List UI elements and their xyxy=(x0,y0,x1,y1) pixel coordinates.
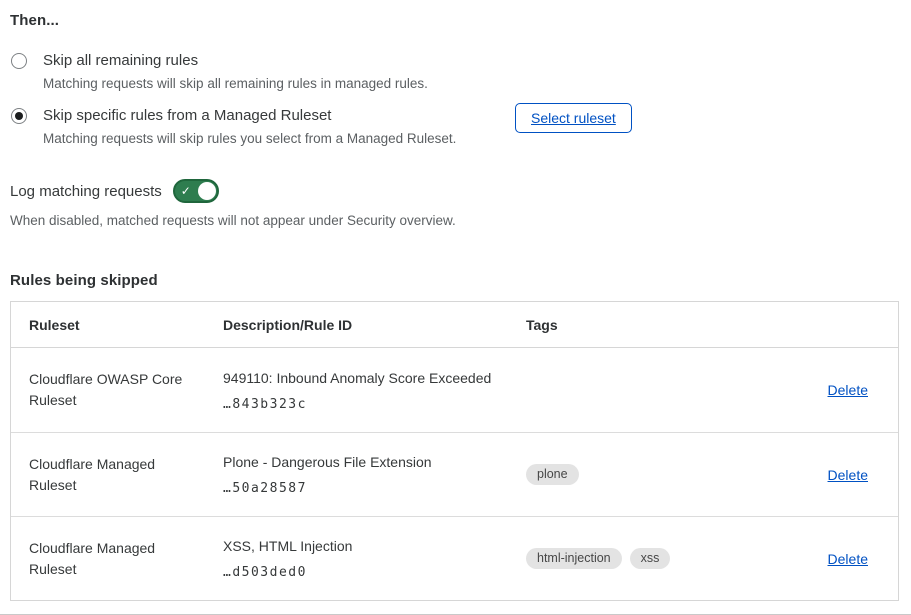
column-header-ruleset: Ruleset xyxy=(29,317,223,333)
option-skip-specific-label: Skip specific rules from a Managed Rules… xyxy=(43,106,505,126)
radio-skip-specific[interactable] xyxy=(11,108,27,124)
table-header-row: Ruleset Description/Rule ID Tags xyxy=(11,302,898,348)
log-matching-toggle[interactable]: ✓ xyxy=(173,179,219,203)
delete-link[interactable]: Delete xyxy=(828,382,868,398)
description-cell: XSS, HTML Injection …d503ded0 xyxy=(223,537,526,580)
tag-pill: xss xyxy=(630,548,671,569)
description-cell: Plone - Dangerous File Extension …50a285… xyxy=(223,453,526,496)
option-skip-specific[interactable]: Skip specific rules from a Managed Rules… xyxy=(10,106,899,148)
tags-cell: plone xyxy=(526,464,788,485)
action-cell: Delete xyxy=(788,551,868,567)
option-skip-specific-description: Matching requests will skip rules you se… xyxy=(43,130,505,148)
radio-dot xyxy=(15,112,23,120)
ruleset-cell: Cloudflare Managed Ruleset xyxy=(29,538,194,580)
log-matching-label: Log matching requests xyxy=(10,183,162,200)
rule-id: …d503ded0 xyxy=(223,565,526,580)
ruleset-cell: Cloudflare Managed Ruleset xyxy=(29,454,194,496)
table-row: Cloudflare Managed Ruleset Plone - Dange… xyxy=(11,432,898,516)
table-row: Cloudflare Managed Ruleset XSS, HTML Inj… xyxy=(11,516,898,600)
option-skip-all-label: Skip all remaining rules xyxy=(43,51,505,71)
description-cell: 949110: Inbound Anomaly Score Exceeded …… xyxy=(223,369,526,412)
table-row: Cloudflare OWASP Core Ruleset 949110: In… xyxy=(11,348,898,432)
rules-table: Ruleset Description/Rule ID Tags Cloudfl… xyxy=(10,301,899,601)
action-cell: Delete xyxy=(788,467,868,483)
rules-skipped-heading: Rules being skipped xyxy=(10,272,899,289)
tag-pill: plone xyxy=(526,464,579,485)
log-matching-row: Log matching requests ✓ xyxy=(10,179,899,203)
action-cell: Delete xyxy=(788,382,868,398)
rule-id: …843b323c xyxy=(223,397,526,412)
column-header-tags: Tags xyxy=(526,317,788,333)
rule-description: Plone - Dangerous File Extension xyxy=(223,453,526,472)
rule-id: …50a28587 xyxy=(223,481,526,496)
delete-link[interactable]: Delete xyxy=(828,551,868,567)
tag-pill: html-injection xyxy=(526,548,622,569)
rule-description: XSS, HTML Injection xyxy=(223,537,526,556)
then-heading: Then... xyxy=(10,12,899,29)
column-header-description: Description/Rule ID xyxy=(223,317,526,333)
option-skip-all-remaining[interactable]: Skip all remaining rules Matching reques… xyxy=(10,51,899,93)
option-skip-all-text: Skip all remaining rules Matching reques… xyxy=(43,51,505,93)
option-skip-all-description: Matching requests will skip all remainin… xyxy=(43,75,505,93)
radio-dot xyxy=(15,57,23,65)
toggle-knob xyxy=(198,182,216,200)
check-icon: ✓ xyxy=(181,185,191,197)
ruleset-cell: Cloudflare OWASP Core Ruleset xyxy=(29,369,194,411)
radio-skip-all-remaining[interactable] xyxy=(11,53,27,69)
select-ruleset-button[interactable]: Select ruleset xyxy=(515,103,632,133)
option-skip-specific-text: Skip specific rules from a Managed Rules… xyxy=(43,106,505,148)
tags-cell: html-injection xss xyxy=(526,548,788,569)
delete-link[interactable]: Delete xyxy=(828,467,868,483)
log-matching-help: When disabled, matched requests will not… xyxy=(10,212,899,230)
rule-description: 949110: Inbound Anomaly Score Exceeded xyxy=(223,369,526,388)
skip-rule-config-page: Then... Skip all remaining rules Matchin… xyxy=(0,0,911,615)
